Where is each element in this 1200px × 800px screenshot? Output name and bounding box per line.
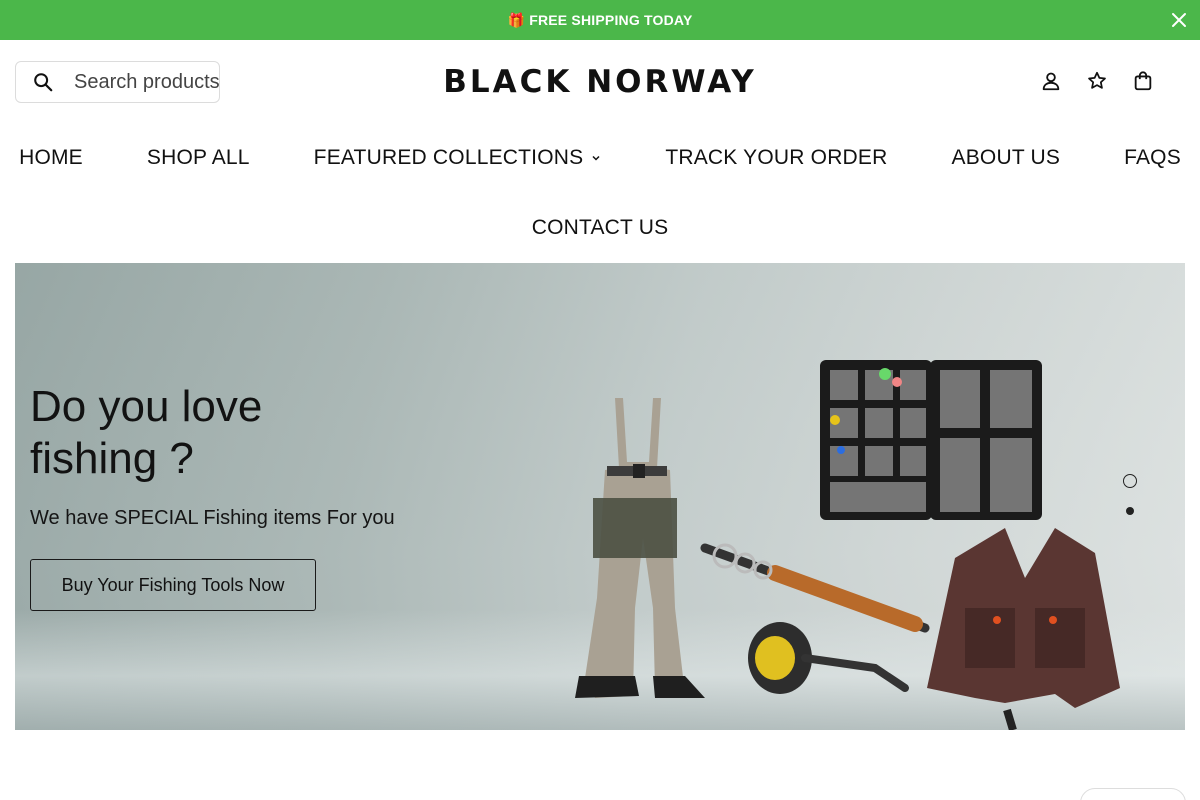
search-icon[interactable]: [32, 71, 54, 93]
main-navigation: HOME SHOP ALL FEATURED COLLECTIONS TRACK…: [0, 140, 1200, 246]
header-actions: [1040, 70, 1154, 92]
wishlist-star-icon[interactable]: [1086, 70, 1108, 92]
rod-reel-illustration: [700, 543, 930, 694]
fishing-products-image: [575, 360, 1120, 730]
slide-indicator-1[interactable]: [1123, 474, 1137, 488]
nav-item-shop-all[interactable]: SHOP ALL: [147, 146, 250, 170]
nav-item-contact-us[interactable]: CONTACT US: [532, 216, 669, 240]
logo-text: BLACK NORWAY: [443, 64, 757, 100]
chat-widget-button[interactable]: [1080, 788, 1186, 800]
search-box[interactable]: [15, 61, 220, 103]
chevron-down-icon: [592, 155, 600, 161]
nav-item-track-your-order[interactable]: TRACK YOUR ORDER: [665, 146, 887, 170]
slide-indicator-2[interactable]: [1126, 507, 1134, 515]
hero-subtitle: We have SPECIAL Fishing items For you: [30, 507, 395, 529]
nav-item-faqs[interactable]: FAQS: [1124, 146, 1181, 170]
nav-item-home[interactable]: HOME: [19, 146, 83, 170]
close-icon[interactable]: [1170, 11, 1188, 29]
waders-illustration: [575, 398, 705, 698]
cart-bag-icon[interactable]: [1132, 70, 1154, 92]
hero-banner: Do you love fishing ? We have SPECIAL Fi…: [15, 263, 1185, 730]
hero-title: Do you love fishing ?: [30, 382, 263, 483]
buy-fishing-tools-button[interactable]: Buy Your Fishing Tools Now: [30, 559, 316, 611]
brand-logo[interactable]: BLACK NORWAY: [440, 62, 760, 102]
nav-item-about-us[interactable]: ABOUT US: [952, 146, 1061, 170]
search-input[interactable]: [74, 70, 219, 94]
announcement-bar: 🎁 FREE SHIPPING TODAY: [0, 0, 1200, 40]
tackle-box-illustration: [820, 360, 1042, 520]
nav-item-featured-collections[interactable]: FEATURED COLLECTIONS: [314, 146, 602, 170]
nav-item-label: FEATURED COLLECTIONS: [313, 146, 584, 169]
announcement-text: 🎁 FREE SHIPPING TODAY: [507, 11, 693, 28]
fishing-vest-illustration: [927, 528, 1120, 730]
account-icon[interactable]: [1040, 70, 1062, 92]
